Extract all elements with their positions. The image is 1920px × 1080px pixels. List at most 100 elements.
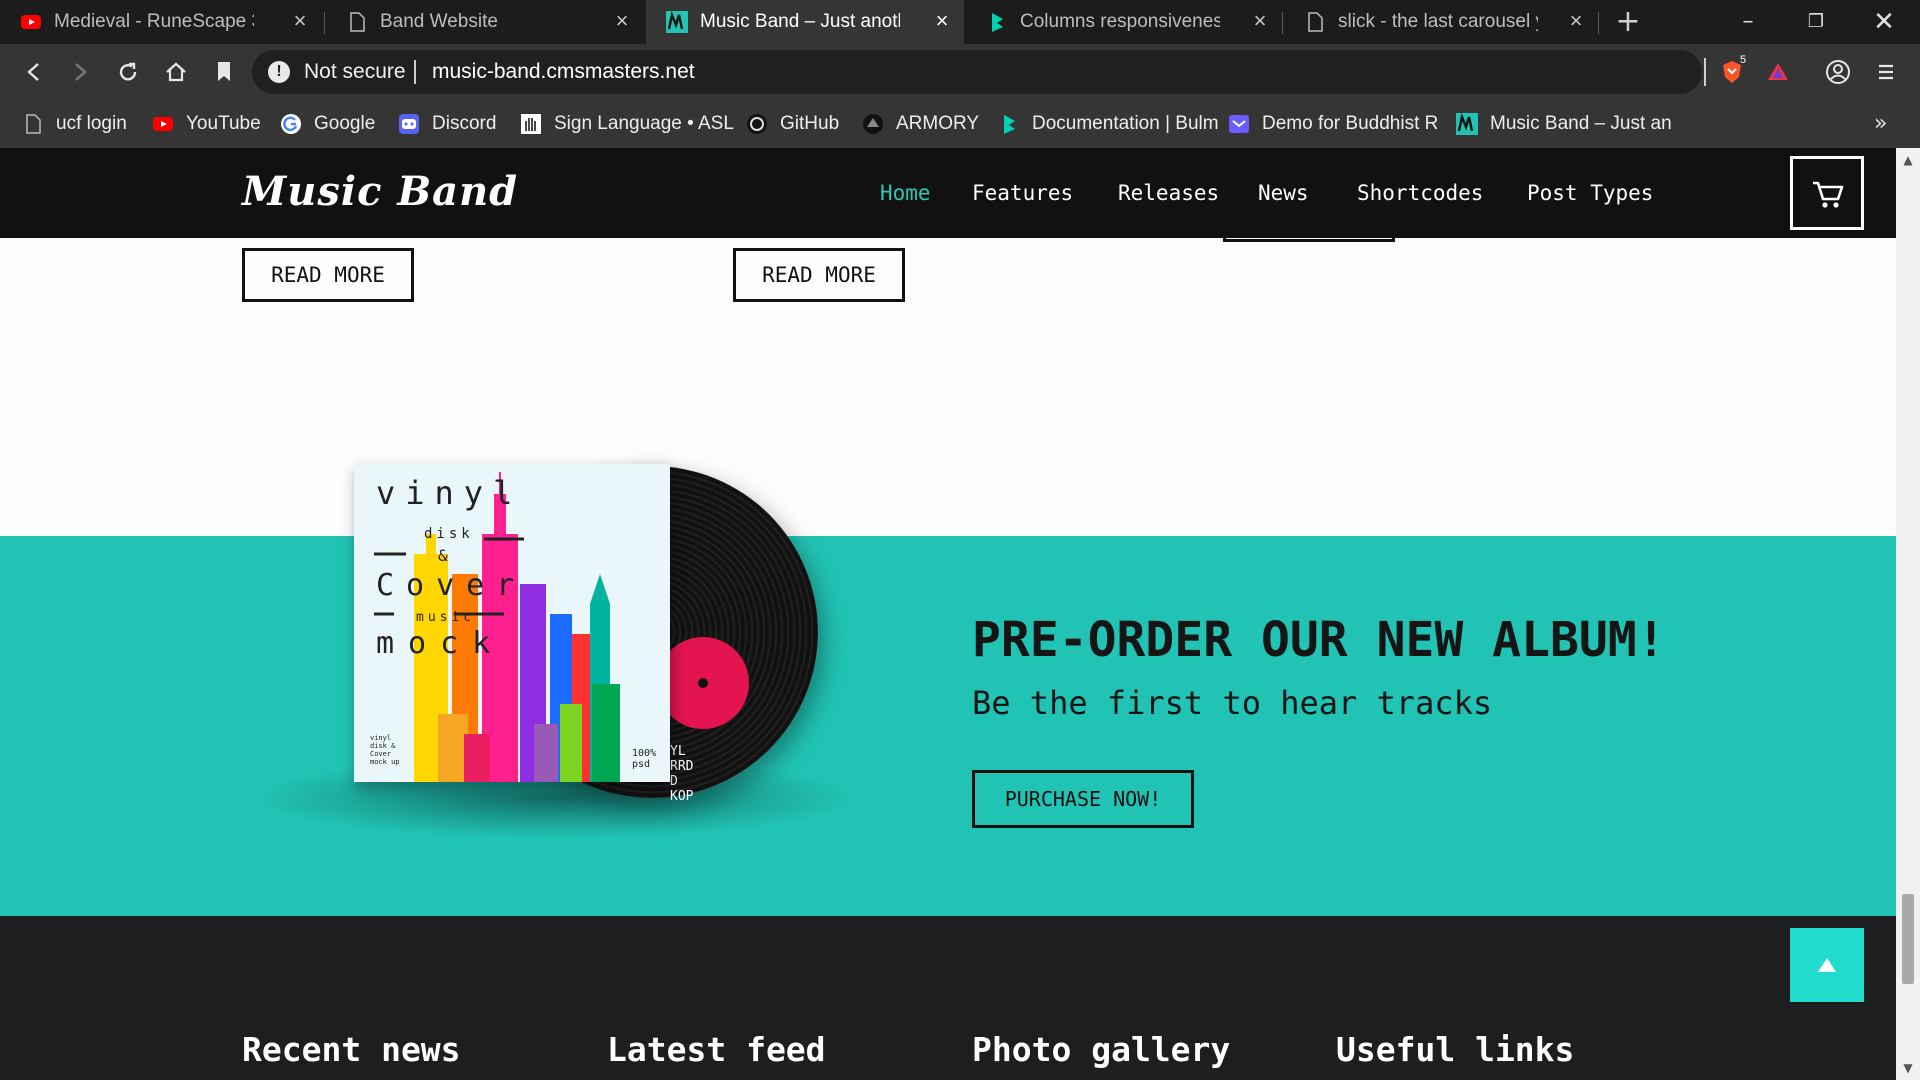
discord-icon bbox=[399, 114, 419, 134]
web-page: READ MORE READ MORE Music Band Home Feat… bbox=[0, 148, 1896, 1080]
promo-subheading: Be the first to hear tracks bbox=[972, 684, 1493, 722]
bookmark-github[interactable]: GitHub bbox=[746, 110, 839, 138]
bookmark-label: Documentation | Bulm bbox=[1032, 113, 1219, 134]
back-icon[interactable] bbox=[20, 58, 48, 86]
bookmark-buddhist-demo[interactable]: Demo for Buddhist R bbox=[1228, 110, 1438, 138]
purchase-now-button[interactable]: PURCHASE NOW! bbox=[972, 770, 1194, 828]
address-bar[interactable]: ! Not secure music-band.cmsmasters.net bbox=[252, 50, 1702, 94]
browser-toolbar: ! Not secure music-band.cmsmasters.net 5 bbox=[0, 44, 1920, 100]
tab-title: Columns responsiveness | Bul bbox=[1020, 11, 1220, 32]
bulma-icon bbox=[1004, 115, 1015, 134]
menu-icon[interactable] bbox=[1872, 58, 1900, 86]
tab-separator bbox=[1282, 12, 1283, 34]
cover-text-mock: mock bbox=[376, 626, 505, 661]
bookmark-label: Discord bbox=[432, 113, 497, 134]
new-tab-plus-icon[interactable]: + bbox=[1612, 6, 1644, 38]
nav-post-types[interactable]: Post Types bbox=[1527, 178, 1653, 208]
bookmark-google[interactable]: Google bbox=[280, 110, 375, 138]
album-promo-section bbox=[0, 536, 1896, 916]
vinyl-hole bbox=[698, 678, 708, 688]
tab-music-band[interactable]: Music Band – Just another W × bbox=[646, 0, 964, 44]
youtube-icon bbox=[153, 117, 173, 131]
armory-icon bbox=[863, 114, 883, 134]
shopping-cart-icon bbox=[1813, 181, 1844, 208]
promo-heading: PRE-ORDER OUR NEW ALBUM! bbox=[972, 612, 1666, 668]
tab-band-website[interactable]: Band Website × bbox=[326, 0, 644, 44]
restore-icon[interactable]: ❐ bbox=[1782, 0, 1850, 44]
tab-close-icon[interactable]: × bbox=[288, 9, 312, 33]
bookmark-label: Sign Language • ASL bbox=[554, 113, 734, 134]
tab-title: slick - the last carousel you'l bbox=[1338, 11, 1538, 32]
site-header: Music Band Home Features Releases News S… bbox=[0, 148, 1896, 238]
tab-close-icon[interactable]: × bbox=[610, 9, 634, 33]
scroll-down-icon[interactable]: ▼ bbox=[1896, 1056, 1920, 1080]
bookmark-label: YouTube bbox=[186, 113, 261, 134]
tab-close-icon[interactable]: × bbox=[1564, 9, 1588, 33]
tab-runescape[interactable]: Medieval - RuneScape 3 Musi × bbox=[0, 0, 322, 44]
footer-heading-useful-links: Useful links bbox=[1336, 1030, 1575, 1069]
nav-shortcodes[interactable]: Shortcodes bbox=[1357, 178, 1483, 208]
music-band-icon bbox=[666, 11, 688, 33]
footer-heading-latest-feed: Latest feed bbox=[607, 1030, 826, 1069]
cover-text-cover: Cover bbox=[376, 568, 527, 603]
cover-text-and: & bbox=[438, 546, 448, 565]
brave-rewards-icon[interactable] bbox=[1764, 58, 1792, 86]
bookmark-ucf-login[interactable]: ucf login bbox=[22, 110, 127, 138]
nav-releases[interactable]: Releases bbox=[1118, 178, 1219, 208]
github-icon bbox=[747, 114, 767, 134]
read-more-button[interactable]: READ MORE bbox=[733, 248, 905, 302]
profile-icon[interactable] bbox=[1824, 58, 1852, 86]
bookmark-label: Demo for Buddhist R bbox=[1262, 113, 1439, 134]
bookmark-label: Google bbox=[314, 113, 376, 134]
window-close-icon[interactable]: ✕ bbox=[1850, 0, 1918, 44]
cover-text-disk: disk bbox=[424, 526, 474, 542]
page-scrollbar[interactable]: ▲ ▼ bbox=[1896, 148, 1920, 1080]
bookmark-asl[interactable]: Sign Language • ASL bbox=[520, 110, 734, 138]
bookmark-youtube[interactable]: YouTube bbox=[152, 110, 261, 138]
more-bookmarks-icon[interactable]: » bbox=[1874, 110, 1887, 138]
tab-slick[interactable]: slick - the last carousel you'l × bbox=[1284, 0, 1598, 44]
nav-news[interactable]: News bbox=[1258, 178, 1309, 208]
forward-icon[interactable] bbox=[66, 58, 94, 86]
site-logo[interactable]: Music Band bbox=[242, 168, 518, 216]
site-footer: Recent news Latest feed Photo gallery Us… bbox=[0, 916, 1896, 1080]
info-icon[interactable]: ! bbox=[268, 61, 290, 83]
bookmark-armory[interactable]: ARMORY bbox=[862, 110, 979, 138]
bookmark-music-band[interactable]: Music Band – Just an bbox=[1456, 110, 1672, 138]
page-icon bbox=[26, 114, 41, 134]
scrollbar-thumb[interactable] bbox=[1902, 894, 1914, 984]
toolbar-divider bbox=[1704, 58, 1706, 86]
cover-text-music: music bbox=[416, 610, 476, 625]
bookmark-icon[interactable] bbox=[210, 58, 238, 86]
minimize-icon[interactable]: – bbox=[1714, 0, 1782, 44]
bulma-icon bbox=[992, 13, 1003, 32]
footer-heading-recent-news: Recent news bbox=[242, 1030, 461, 1069]
bookmark-discord[interactable]: Discord bbox=[398, 110, 496, 138]
url-text[interactable]: music-band.cmsmasters.net bbox=[432, 60, 695, 84]
back-to-top-button[interactable] bbox=[1790, 928, 1864, 1002]
reload-icon[interactable] bbox=[114, 58, 142, 86]
nav-home[interactable]: Home bbox=[880, 178, 931, 208]
tab-columns-responsiveness[interactable]: Columns responsiveness | Bul × bbox=[966, 0, 1282, 44]
home-icon[interactable] bbox=[162, 58, 190, 86]
security-status[interactable]: Not secure bbox=[304, 60, 406, 84]
google-icon bbox=[281, 114, 301, 134]
bookmarks-bar: ucf login YouTube Google Discord Sign La… bbox=[0, 100, 1920, 148]
tab-separator bbox=[324, 12, 325, 34]
scroll-up-icon[interactable]: ▲ bbox=[1896, 148, 1920, 172]
footer-heading-photo-gallery: Photo gallery bbox=[972, 1030, 1231, 1069]
vinyl-label-text: YL RRD D KOP bbox=[670, 744, 694, 804]
cart-button[interactable] bbox=[1790, 156, 1864, 230]
nav-features[interactable]: Features bbox=[972, 178, 1073, 208]
demo-icon bbox=[1229, 115, 1249, 133]
cover-small-right: 100% psd bbox=[632, 748, 657, 770]
read-more-button[interactable]: READ MORE bbox=[242, 248, 414, 302]
bookmark-label: Music Band – Just an bbox=[1490, 113, 1672, 134]
tab-close-icon[interactable]: × bbox=[1248, 9, 1272, 33]
bookmark-bulma-docs[interactable]: Documentation | Bulm bbox=[998, 110, 1219, 138]
tab-title: Music Band – Just another W bbox=[700, 11, 900, 32]
tab-close-icon[interactable]: × bbox=[930, 9, 954, 33]
page-icon bbox=[350, 12, 365, 32]
address-divider bbox=[414, 60, 416, 84]
browser-tab-bar: Medieval - RuneScape 3 Musi × Band Websi… bbox=[0, 0, 1920, 44]
